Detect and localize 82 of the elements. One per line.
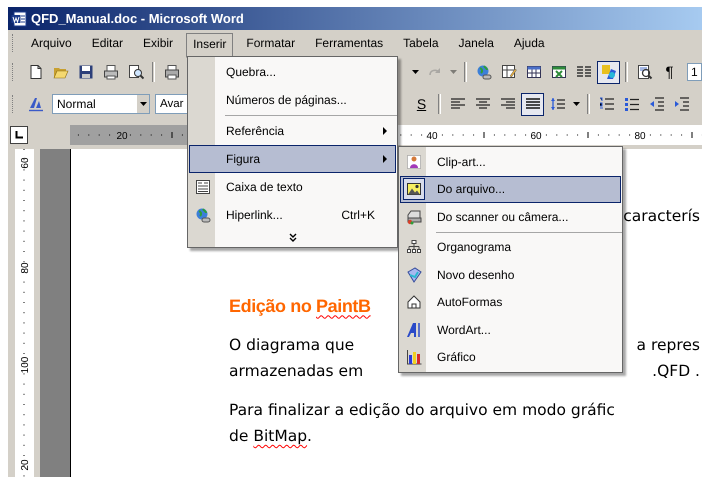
document-app-icon bbox=[11, 10, 27, 26]
menu-bar-item[interactable]: Janela bbox=[452, 32, 501, 54]
menu-item[interactable]: Do arquivo... bbox=[400, 176, 621, 203]
document-icon bbox=[28, 64, 44, 80]
spreadsheet-icon bbox=[550, 64, 566, 80]
document-text: Para finalizar a edição do arquivo em modo gráfic bbox=[229, 401, 615, 419]
drawing-canvas-icon bbox=[406, 266, 422, 283]
justify-button[interactable] bbox=[521, 92, 544, 116]
printer-icon bbox=[164, 64, 180, 80]
house-outline-icon bbox=[406, 294, 422, 310]
document-text: .QFD . bbox=[652, 362, 700, 380]
ruler-label: 80 bbox=[634, 130, 646, 142]
window-title: QFD_Manual.doc - Microsoft Word bbox=[31, 11, 244, 26]
line-spacing-icon bbox=[550, 96, 566, 112]
ruler-label: 20 bbox=[20, 459, 31, 471]
underline-button[interactable]: S bbox=[410, 92, 433, 116]
document-text: Edição no PaintB bbox=[229, 296, 371, 316]
pilcrow-button[interactable]: ¶ bbox=[658, 60, 681, 84]
ruler-label: 60 bbox=[530, 130, 542, 142]
page-magnifier-icon bbox=[128, 64, 144, 80]
double-chevron-icon bbox=[288, 233, 296, 242]
styles-icon bbox=[28, 96, 44, 112]
menu-bar-item[interactable]: Arquivo bbox=[24, 32, 79, 54]
style-dropdown[interactable]: Normal bbox=[52, 94, 150, 114]
document-text: O diagrama que bbox=[229, 336, 354, 354]
document-text: caracterís bbox=[623, 207, 700, 225]
shapes-icon bbox=[600, 64, 616, 80]
justify-icon bbox=[524, 96, 540, 112]
menu-item[interactable]: Hiperlink... Ctrl+K bbox=[189, 201, 396, 229]
table-icon bbox=[526, 64, 542, 80]
menu-bar-item[interactable]: Exibir bbox=[136, 32, 180, 54]
org-chart-icon bbox=[406, 239, 422, 256]
document-text: armazenadas em bbox=[229, 362, 364, 380]
submenu-arrow-icon bbox=[383, 127, 387, 135]
menu-item[interactable]: WordArt... bbox=[400, 316, 621, 344]
menu-item[interactable]: Gráfico bbox=[400, 344, 621, 371]
menu-item[interactable]: Caixa de texto bbox=[189, 173, 396, 201]
figure-icon bbox=[406, 154, 422, 170]
dropdown-arrow-icon bbox=[450, 70, 457, 74]
text-box-icon bbox=[194, 179, 210, 195]
globe-icon bbox=[476, 64, 492, 80]
zoom-field[interactable]: 1 bbox=[687, 63, 702, 81]
table-pencil-icon bbox=[500, 64, 516, 80]
document-text: a repres bbox=[636, 336, 700, 354]
ruler-label: 100 bbox=[20, 356, 31, 374]
globe-icon bbox=[194, 207, 210, 223]
ruler-label: 20 bbox=[116, 130, 128, 142]
menu-item[interactable]: Quebra... bbox=[189, 58, 396, 86]
submenu-arrow-icon bbox=[383, 155, 387, 163]
document-magnifier-icon bbox=[636, 64, 652, 80]
bar-chart-icon bbox=[406, 349, 422, 366]
dropdown-arrow-icon bbox=[573, 102, 580, 106]
dropdown-arrow-icon bbox=[412, 70, 419, 74]
menu-bar-item[interactable]: Inserir bbox=[186, 33, 234, 58]
menu-item[interactable]: Figura bbox=[189, 145, 396, 173]
landscape-image-icon bbox=[406, 181, 422, 198]
ruler-label: 40 bbox=[426, 130, 438, 142]
decrease-indent-icon bbox=[648, 96, 664, 112]
ruler-label: 60 bbox=[20, 157, 31, 169]
menu-item[interactable]: Clip-art... bbox=[400, 148, 621, 176]
shapes-button[interactable] bbox=[597, 60, 620, 84]
increase-indent-icon bbox=[674, 96, 690, 112]
document-text: de BitMap. bbox=[229, 427, 312, 445]
numbered-list-icon bbox=[598, 96, 614, 112]
slanted-letter-icon bbox=[406, 322, 422, 338]
menu-item[interactable]: Referência bbox=[189, 117, 396, 145]
ruler-label: 80 bbox=[20, 262, 31, 274]
envelope-printer-icon bbox=[102, 64, 118, 80]
dropdown-arrow-icon bbox=[140, 102, 146, 106]
menu-item[interactable]: Novo desenho bbox=[400, 261, 621, 288]
menu-bar-item[interactable]: Editar bbox=[84, 32, 130, 54]
menu-item[interactable]: Do scanner ou câmera... bbox=[400, 203, 621, 230]
bulleted-list-icon bbox=[624, 96, 640, 112]
menu-item[interactable]: Organograma bbox=[400, 234, 621, 261]
menu-item[interactable]: AutoFormas bbox=[400, 288, 621, 316]
menu-bar-item[interactable]: Tabela bbox=[396, 32, 446, 54]
menu-bar-item[interactable]: Ferramentas bbox=[308, 32, 390, 54]
left-tab-icon bbox=[15, 130, 23, 138]
tab-selector-button[interactable] bbox=[10, 126, 28, 144]
menu-bar-item[interactable]: Formatar bbox=[239, 32, 302, 54]
scanner-icon bbox=[406, 208, 422, 225]
menu-bar-item[interactable]: Ajuda bbox=[506, 32, 552, 54]
